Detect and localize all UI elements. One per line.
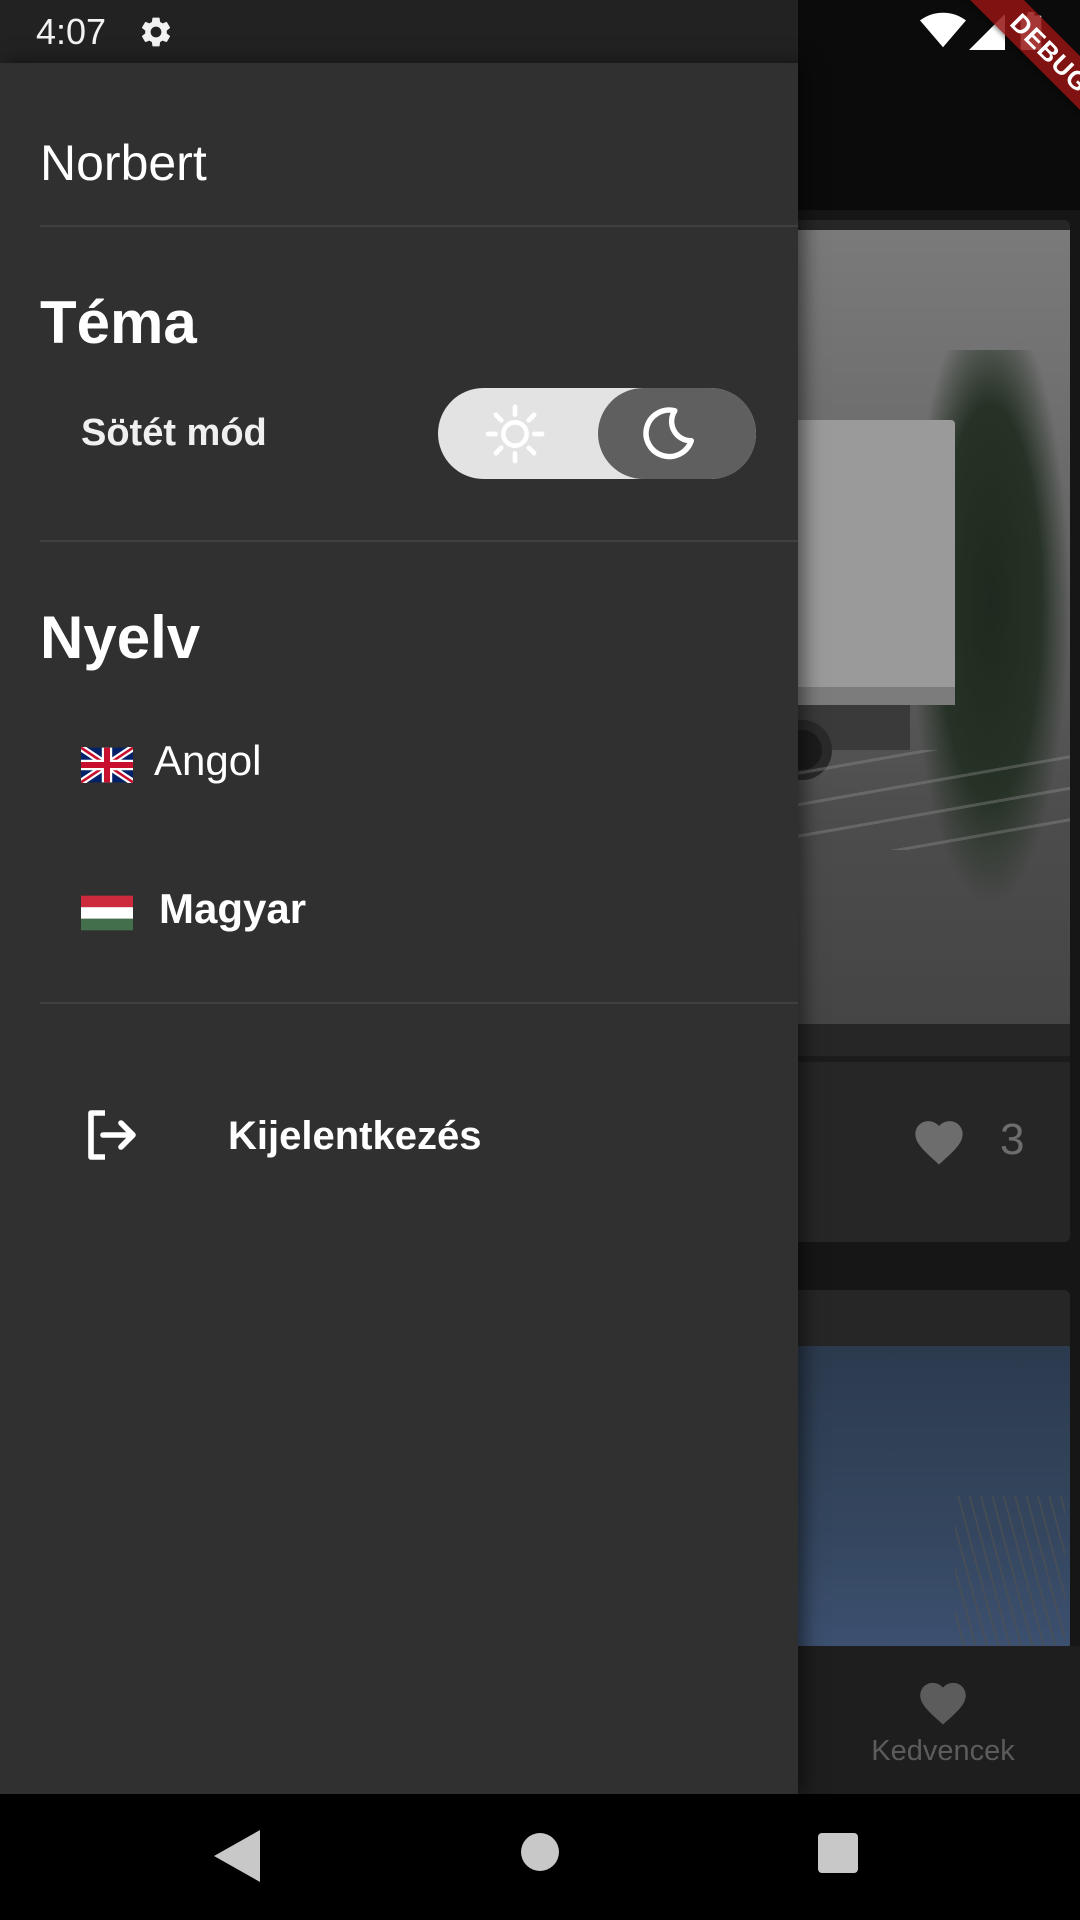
heart-icon [920,1682,966,1725]
gear-icon [141,17,171,47]
dark-mode-toggle[interactable] [438,388,756,479]
post-photo-truck[interactable] [760,230,1070,1024]
status-bar-drawer-area [0,0,798,63]
language-item-label: Magyar [159,885,307,932]
moon-icon [643,407,694,460]
nav-item-favorites-label: Kedvencek [871,1735,1015,1767]
post-card[interactable] [760,1290,1070,1650]
post-card-footer: 3 [760,1056,1070,1242]
logout-button[interactable]: Kijelentkezés [0,1083,798,1193]
dark-mode-label: Sötét mód [81,412,267,454]
post-photo-sky[interactable] [760,1346,1070,1650]
divider [40,225,798,227]
logout-label: Kijelentkezés [228,1114,482,1158]
language-item-label: Angol [154,737,262,784]
language-item-english[interactable]: Angol [0,711,798,811]
uk-flag-icon [81,747,133,783]
divider [40,1002,798,1004]
status-bar: 4:07 [0,0,1080,63]
language-item-hungarian[interactable]: Magyar [0,859,798,959]
branches-shape [955,1496,1065,1650]
logout-icon [88,1110,136,1160]
divider [40,540,798,542]
home-button[interactable] [521,1833,559,1871]
like-count: 3 [1000,1115,1025,1164]
sun-icon[interactable] [483,403,547,465]
wifi-icon [920,12,966,48]
recents-button[interactable] [818,1833,858,1873]
hungary-flag-icon [81,895,133,931]
navigation-drawer: Norbert Téma Sötét mód Nyelv Angol Magya… [0,63,798,1794]
heart-icon[interactable] [910,1114,968,1166]
back-icon[interactable] [214,1830,260,1882]
screen: 3 Kedvencek 4:07 DEBUG Norbert Téma Söté… [0,0,1080,1920]
nav-item-favorites[interactable]: Kedvencek [858,1676,1028,1768]
drawer-user-name: Norbert [40,135,207,191]
status-time: 4:07 [36,11,107,52]
system-navigation-bar [0,1794,1080,1920]
theme-section-title: Téma [40,289,197,356]
parking-lines-shape [760,750,1070,850]
language-section-title: Nyelv [40,604,201,671]
dark-mode-toggle-knob[interactable] [598,388,756,479]
post-card[interactable]: 3 [760,220,1070,1242]
